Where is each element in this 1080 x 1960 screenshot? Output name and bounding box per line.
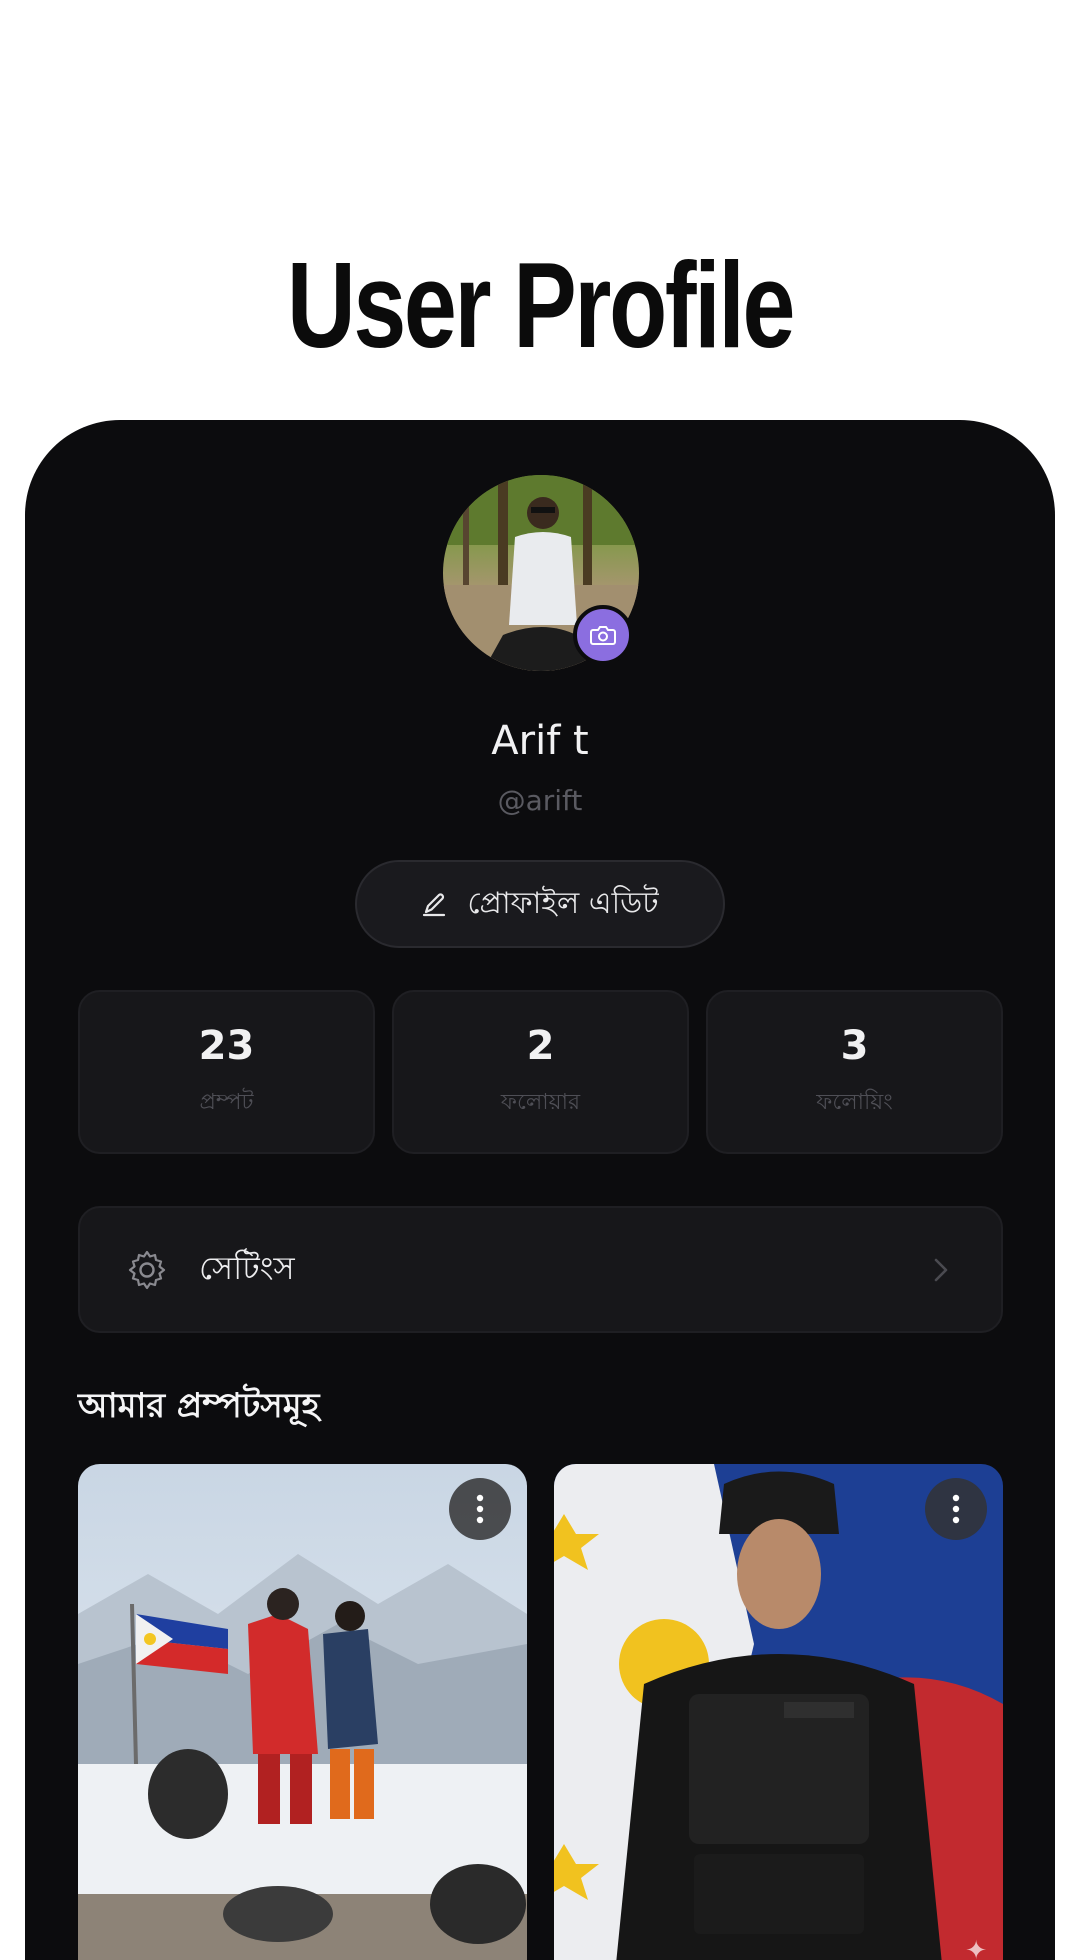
settings-label: সেটিংস — [199, 1248, 295, 1287]
stat-label: ফলোয়ার — [500, 1089, 581, 1115]
stat-label: ফলোয়িং — [816, 1089, 893, 1115]
profile-name: Arif t — [491, 718, 589, 764]
more-vertical-icon — [952, 1494, 960, 1524]
stats-row: 23 প্রম্পট 2 ফলোয়ার 3 ফলোয়িং — [78, 990, 1003, 1154]
more-vertical-icon — [476, 1494, 484, 1524]
prompt-image-mountain — [78, 1464, 527, 1960]
avatar-container — [443, 475, 639, 671]
prompt-card[interactable]: ✦ — [554, 1464, 1003, 1960]
page-heading: User Profile — [286, 237, 795, 373]
edit-icon — [423, 893, 446, 917]
prompt-card[interactable] — [78, 1464, 527, 1960]
stat-value: 2 — [526, 1022, 555, 1069]
stat-following[interactable]: 3 ফলোয়িং — [706, 990, 1003, 1154]
edit-profile-label: প্রোফাইল এডিট — [467, 885, 659, 921]
edit-profile-button[interactable]: প্রোফাইল এডিট — [355, 860, 725, 948]
stat-prompts[interactable]: 23 প্রম্পট — [78, 990, 375, 1154]
prompt-grid: ✦ — [78, 1464, 1003, 1960]
stat-followers[interactable]: 2 ফলোয়ার — [392, 990, 689, 1154]
stat-value: 23 — [198, 1022, 255, 1069]
sparkle-icon: ✦ — [965, 1936, 987, 1960]
gear-icon — [128, 1250, 166, 1289]
phone-screen: Arif t @arift প্রোফাইল এডিট 23 প্রম্পট 2… — [25, 420, 1055, 1960]
chevron-right-icon — [934, 1258, 948, 1281]
profile-handle: @arift — [497, 784, 583, 817]
camera-icon — [590, 626, 616, 645]
card-menu-button[interactable] — [925, 1478, 987, 1540]
prompt-image-officer — [554, 1464, 1003, 1960]
card-menu-button[interactable] — [449, 1478, 511, 1540]
section-title: আমার প্রম্পটসমূহ — [78, 1386, 320, 1426]
settings-row[interactable]: সেটিংস — [78, 1206, 1003, 1333]
change-photo-button[interactable] — [573, 605, 633, 665]
stat-value: 3 — [840, 1022, 869, 1069]
stat-label: প্রম্পট — [199, 1089, 254, 1115]
